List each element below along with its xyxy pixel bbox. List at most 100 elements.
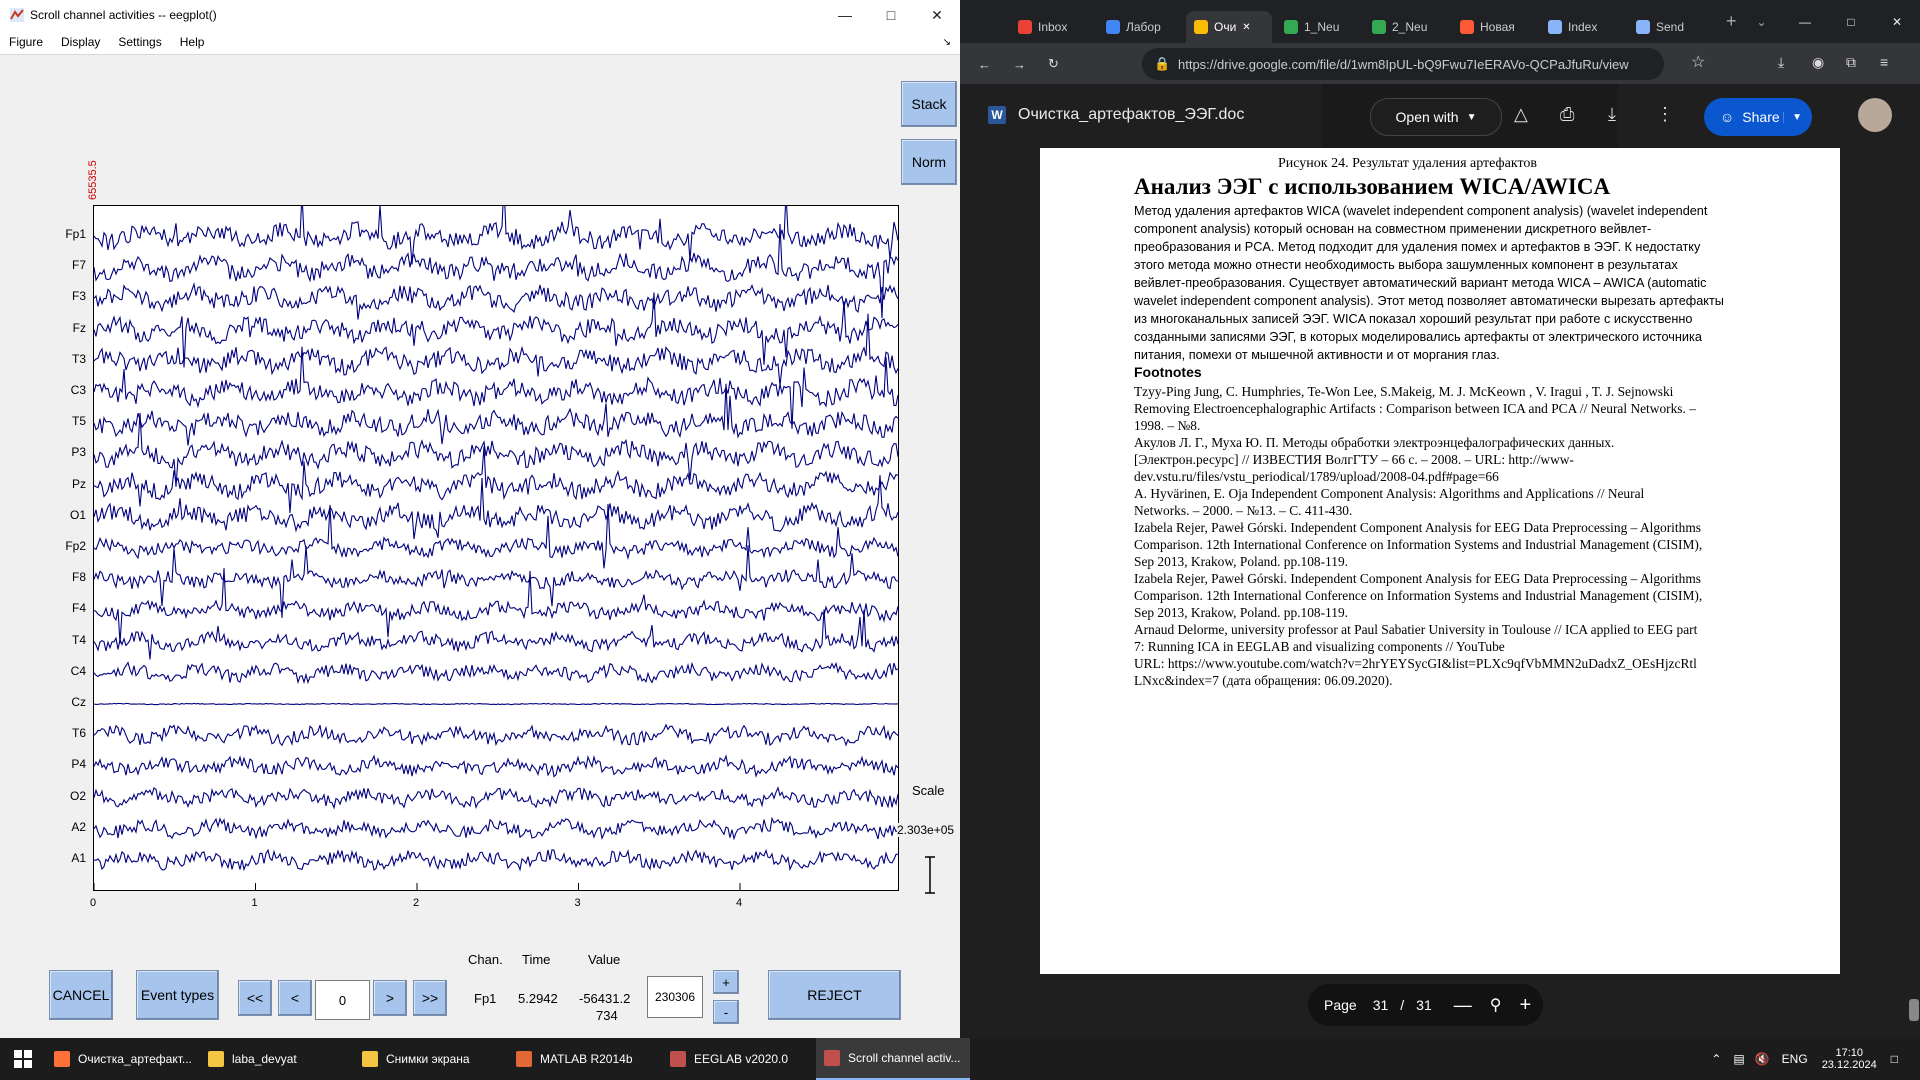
back-icon[interactable]: ←	[978, 57, 991, 72]
menu-figure[interactable]: Figure	[0, 35, 52, 49]
footnote-line: URL: https://www.youtube.com/watch?v=2hr…	[1134, 656, 1697, 671]
taskbar-app-button[interactable]: EEGLAB v2020.0	[662, 1038, 816, 1080]
menu-icon[interactable]: ≡	[1880, 54, 1888, 70]
close-icon[interactable]: ✕	[914, 0, 960, 30]
page-navigator: Page 31 / 31 — ⚲ +	[1308, 984, 1543, 1026]
lock-icon: 🔒	[1154, 56, 1171, 71]
add-to-drive-icon[interactable]: △	[1514, 104, 1528, 125]
browser-minimize-icon[interactable]: —	[1782, 15, 1828, 29]
menu-settings[interactable]: Settings	[109, 35, 170, 49]
reload-icon[interactable]: ↻	[1048, 56, 1059, 72]
channel-label-p4: P4	[71, 757, 86, 772]
menu-help[interactable]: Help	[171, 35, 214, 49]
body-line: из многоканальных записей ЭЭГ. WICA пока…	[1134, 312, 1693, 326]
more-options-icon[interactable]: ⋮	[1656, 104, 1674, 125]
browser-tab[interactable]: 2_Neu	[1364, 11, 1448, 43]
doc-title: Очистка_артефактов_ЭЭГ.doc	[1018, 106, 1245, 123]
first-page-button[interactable]: <<	[238, 980, 272, 1016]
reject-button[interactable]: REJECT	[768, 970, 901, 1020]
zoom-out-icon[interactable]: —	[1454, 995, 1472, 1016]
clock[interactable]: 17:10 23.12.2024	[1822, 1047, 1877, 1071]
avatar[interactable]	[1858, 98, 1892, 132]
page-current[interactable]: 31	[1373, 997, 1389, 1013]
forward-icon[interactable]: →	[1013, 57, 1026, 72]
document-page: Рисунок 24. Результат удаления артефакто…	[1040, 148, 1840, 974]
share-caret-icon[interactable]: ▼	[1783, 111, 1802, 123]
open-with-label: Open with	[1395, 109, 1459, 125]
trace-a1	[93, 848, 899, 872]
x-tick-label: 1	[251, 897, 258, 909]
browser-tab[interactable]: Лабор	[1098, 11, 1182, 43]
scale-minus-button[interactable]: -	[713, 1000, 739, 1024]
zoom-in-icon[interactable]: +	[1519, 994, 1531, 1017]
norm-button[interactable]: Norm	[901, 139, 957, 185]
bookmark-star-icon[interactable]: ☆	[1691, 52, 1705, 72]
trace-o2	[93, 786, 899, 810]
browser-tab[interactable]: Send	[1628, 11, 1712, 43]
taskbar-app-label: Scroll channel activ...	[848, 1051, 961, 1065]
browser-tab[interactable]: Index	[1540, 11, 1624, 43]
dock-arrow-icon[interactable]: ↘	[934, 37, 960, 48]
browser-maximize-icon[interactable]: □	[1828, 15, 1874, 29]
minimize-icon[interactable]: —	[822, 0, 868, 30]
menu-display[interactable]: Display	[52, 35, 109, 49]
last-page-button[interactable]: >>	[413, 980, 447, 1016]
channel-label-f3: F3	[71, 289, 86, 304]
tab-close-icon[interactable]: ✕	[1242, 22, 1250, 33]
next-button[interactable]: >	[373, 980, 407, 1016]
tab-bar: Inbox Лабор Очи ✕ 1_Neu 2_Neu Новая Index Send +…	[960, 0, 1920, 43]
address-bar[interactable]: ◯ 🔒 https://drive.google.com/file/d/1wm8…	[1142, 48, 1664, 80]
trace-c4	[93, 661, 899, 685]
download-icon[interactable]: ⤓	[1778, 54, 1784, 71]
browser-tab[interactable]: Новая	[1452, 11, 1536, 43]
taskbar-app-button[interactable]: MATLAB R2014b	[508, 1038, 662, 1080]
chan-header: Chan.	[468, 952, 503, 967]
new-tab-icon[interactable]: +	[1726, 11, 1737, 32]
browser-tab[interactable]: Inbox	[1010, 11, 1094, 43]
notifications-icon[interactable]: □	[1891, 1052, 1898, 1066]
network-icon[interactable]: ▤	[1733, 1052, 1744, 1066]
eeg-plot-area[interactable]	[93, 183, 899, 891]
trace-fp1	[93, 183, 899, 265]
tab-favicon-icon	[1106, 20, 1120, 34]
footnote-line: LNxc&index=7 (дата обращения: 06.09.2020…	[1134, 673, 1393, 688]
browser-tab[interactable]: Очи ✕	[1186, 11, 1272, 43]
app-icon	[670, 1051, 686, 1067]
scrollbar-thumb[interactable]	[1909, 999, 1919, 1021]
tray-chevron-icon[interactable]: ⌃	[1711, 1052, 1721, 1066]
caret-down-icon: ▼	[1466, 111, 1477, 123]
body-line: wavelet independent component analysis).…	[1134, 294, 1724, 308]
zoom-search-icon[interactable]: ⚲	[1490, 995, 1502, 1015]
browser-close-icon[interactable]: ✕	[1874, 15, 1920, 29]
taskbar-app-button[interactable]: laba_devyat	[200, 1038, 354, 1080]
taskbar-app-button[interactable]: Scroll channel activ...	[816, 1038, 970, 1080]
share-button[interactable]: ☺ Share ▼	[1704, 98, 1812, 136]
print-icon[interactable]: ⎙	[1560, 104, 1574, 125]
extensions-icon[interactable]: ⧉	[1846, 54, 1856, 71]
browser-tab[interactable]: 1_Neu	[1276, 11, 1360, 43]
body-line: созданными записями ЭЭГ, в которых модел…	[1134, 330, 1702, 344]
account-icon[interactable]: ◉	[1812, 54, 1824, 71]
taskbar-app-button[interactable]: Очистка_артефакт...	[46, 1038, 200, 1080]
taskbar-app-button[interactable]: Снимки экрана	[354, 1038, 508, 1080]
url-text: https://drive.google.com/file/d/1wm8IpUL…	[1178, 56, 1629, 72]
scale-plus-button[interactable]: +	[713, 970, 739, 994]
x-tick-label: 3	[574, 897, 581, 909]
channel-label-cz: Cz	[71, 695, 86, 709]
window-title: Scroll channel activities -- eegplot()	[30, 8, 217, 22]
window-position-input[interactable]: 0	[315, 980, 370, 1020]
event-types-button[interactable]: Event types	[136, 970, 219, 1020]
maximize-icon[interactable]: □	[868, 0, 914, 30]
scale-input[interactable]: 230306	[647, 976, 703, 1018]
start-button[interactable]	[0, 1038, 46, 1080]
download-file-icon[interactable]: ⤓	[1608, 104, 1616, 125]
volume-icon[interactable]: 🔇	[1755, 1052, 1770, 1066]
open-with-button[interactable]: Open with ▼	[1370, 98, 1502, 136]
channel-label-o1: O1	[69, 507, 86, 522]
stack-button[interactable]: Stack	[901, 81, 957, 127]
previous-button[interactable]: <	[278, 980, 312, 1016]
tab-list-icon[interactable]: ⌄	[1757, 15, 1767, 29]
language-indicator[interactable]: ENG	[1782, 1052, 1808, 1066]
cancel-button[interactable]: CANCEL	[49, 970, 113, 1020]
scale-value: 2.303e+05	[897, 823, 955, 837]
